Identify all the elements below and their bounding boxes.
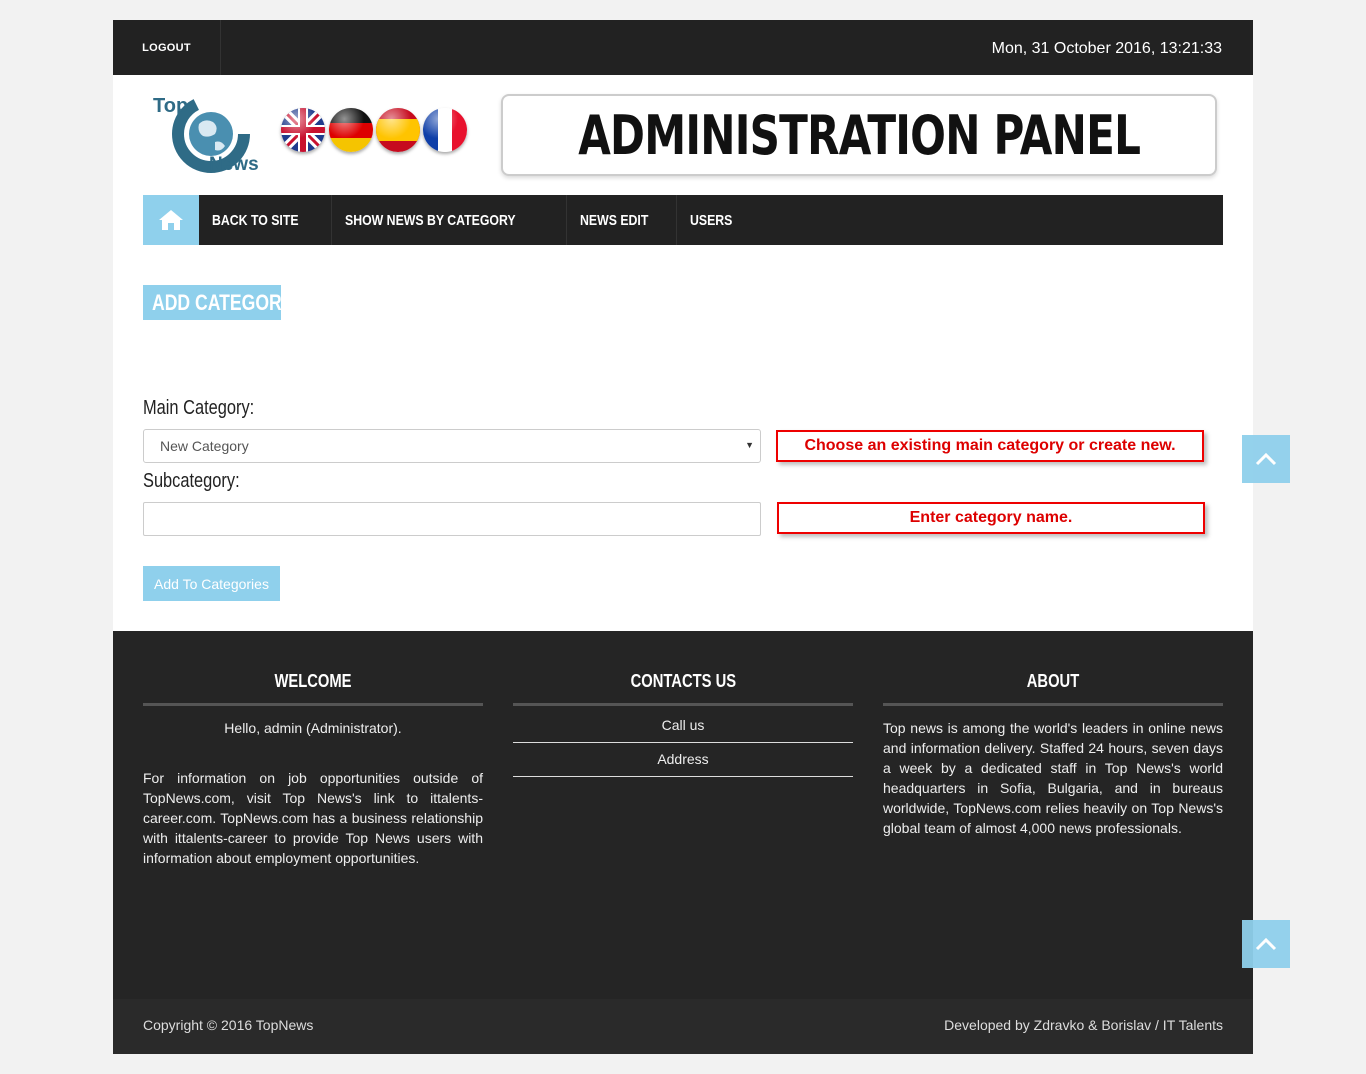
nav-home-button[interactable] <box>143 195 199 245</box>
nav-users[interactable]: USERS <box>677 195 755 245</box>
add-to-categories-button[interactable]: Add To Categories <box>143 566 280 601</box>
contact-address[interactable]: Address <box>513 743 853 777</box>
language-flags <box>281 108 471 154</box>
copyright-text: Copyright © 2016 TopNews <box>143 1017 314 1033</box>
welcome-greeting: Hello, admin (Administrator). <box>224 720 402 736</box>
nav-news-edit[interactable]: NEWS EDIT <box>567 195 677 245</box>
footer: WELCOME Hello, admin (Administrator). Fo… <box>113 631 1253 999</box>
chevron-down-icon: ▼ <box>745 440 754 450</box>
scroll-to-top-button[interactable] <box>1242 435 1290 483</box>
main-category-select[interactable]: New Category ▼ <box>143 429 761 463</box>
nav-back-to-site[interactable]: BACK TO SITE <box>199 195 332 245</box>
welcome-title: WELCOME <box>143 631 483 706</box>
bottom-bar: Copyright © 2016 TopNews Developed by Zd… <box>113 999 1253 1054</box>
flag-fr-icon[interactable] <box>423 108 467 152</box>
welcome-text: For information on job opportunities out… <box>143 770 483 866</box>
admin-banner: ADMINISTRATION PANEL <box>501 94 1217 176</box>
chevron-up-icon <box>1255 937 1277 951</box>
flag-uk-icon[interactable] <box>281 108 325 152</box>
footer-welcome: WELCOME Hello, admin (Administrator). Fo… <box>143 631 483 868</box>
logout-button[interactable]: LOGOUT <box>113 20 221 75</box>
subcategory-input[interactable] <box>143 502 761 536</box>
current-datetime: Mon, 31 October 2016, 13:21:33 <box>991 40 1222 57</box>
home-icon <box>159 210 183 230</box>
flag-es-icon[interactable] <box>376 108 420 152</box>
about-title: ABOUT <box>883 631 1223 706</box>
developer-credit: Developed by Zdravko & Borislav / IT Tal… <box>944 1017 1223 1033</box>
logo-text-news: News <box>209 154 259 175</box>
banner-title: ADMINISTRATION PANEL <box>578 103 1141 167</box>
main-category-label: Main Category: <box>143 397 255 419</box>
subcategory-hint: Enter category name. <box>777 502 1205 534</box>
main-category-hint: Choose an existing main category or crea… <box>776 430 1204 462</box>
contact-call-us[interactable]: Call us <box>513 709 853 743</box>
chevron-up-icon <box>1255 452 1277 466</box>
footer-about: ABOUT Top news is among the world's lead… <box>883 631 1223 838</box>
nav-show-news-by-category[interactable]: SHOW NEWS BY CATEGORY <box>332 195 567 245</box>
flag-de-icon[interactable] <box>329 108 373 152</box>
page-container: LOGOUT Mon, 31 October 2016, 13:21:33 To… <box>113 20 1253 1054</box>
scroll-to-top-button-footer[interactable] <box>1242 920 1290 968</box>
page-title: ADD CATEGORY <box>143 285 293 320</box>
main-nav: BACK TO SITE SHOW NEWS BY CATEGORY NEWS … <box>143 195 1223 245</box>
top-bar: LOGOUT Mon, 31 October 2016, 13:21:33 <box>113 20 1253 75</box>
main-category-value: New Category <box>160 438 249 454</box>
site-logo[interactable]: Top News <box>153 94 271 178</box>
contacts-title: CONTACTS US <box>513 631 853 706</box>
logo-text-top: Top <box>153 95 189 117</box>
footer-contacts: CONTACTS US Call us Address <box>513 631 853 777</box>
subcategory-label: Subcategory: <box>143 470 240 492</box>
about-text: Top news is among the world's leaders in… <box>883 720 1223 836</box>
